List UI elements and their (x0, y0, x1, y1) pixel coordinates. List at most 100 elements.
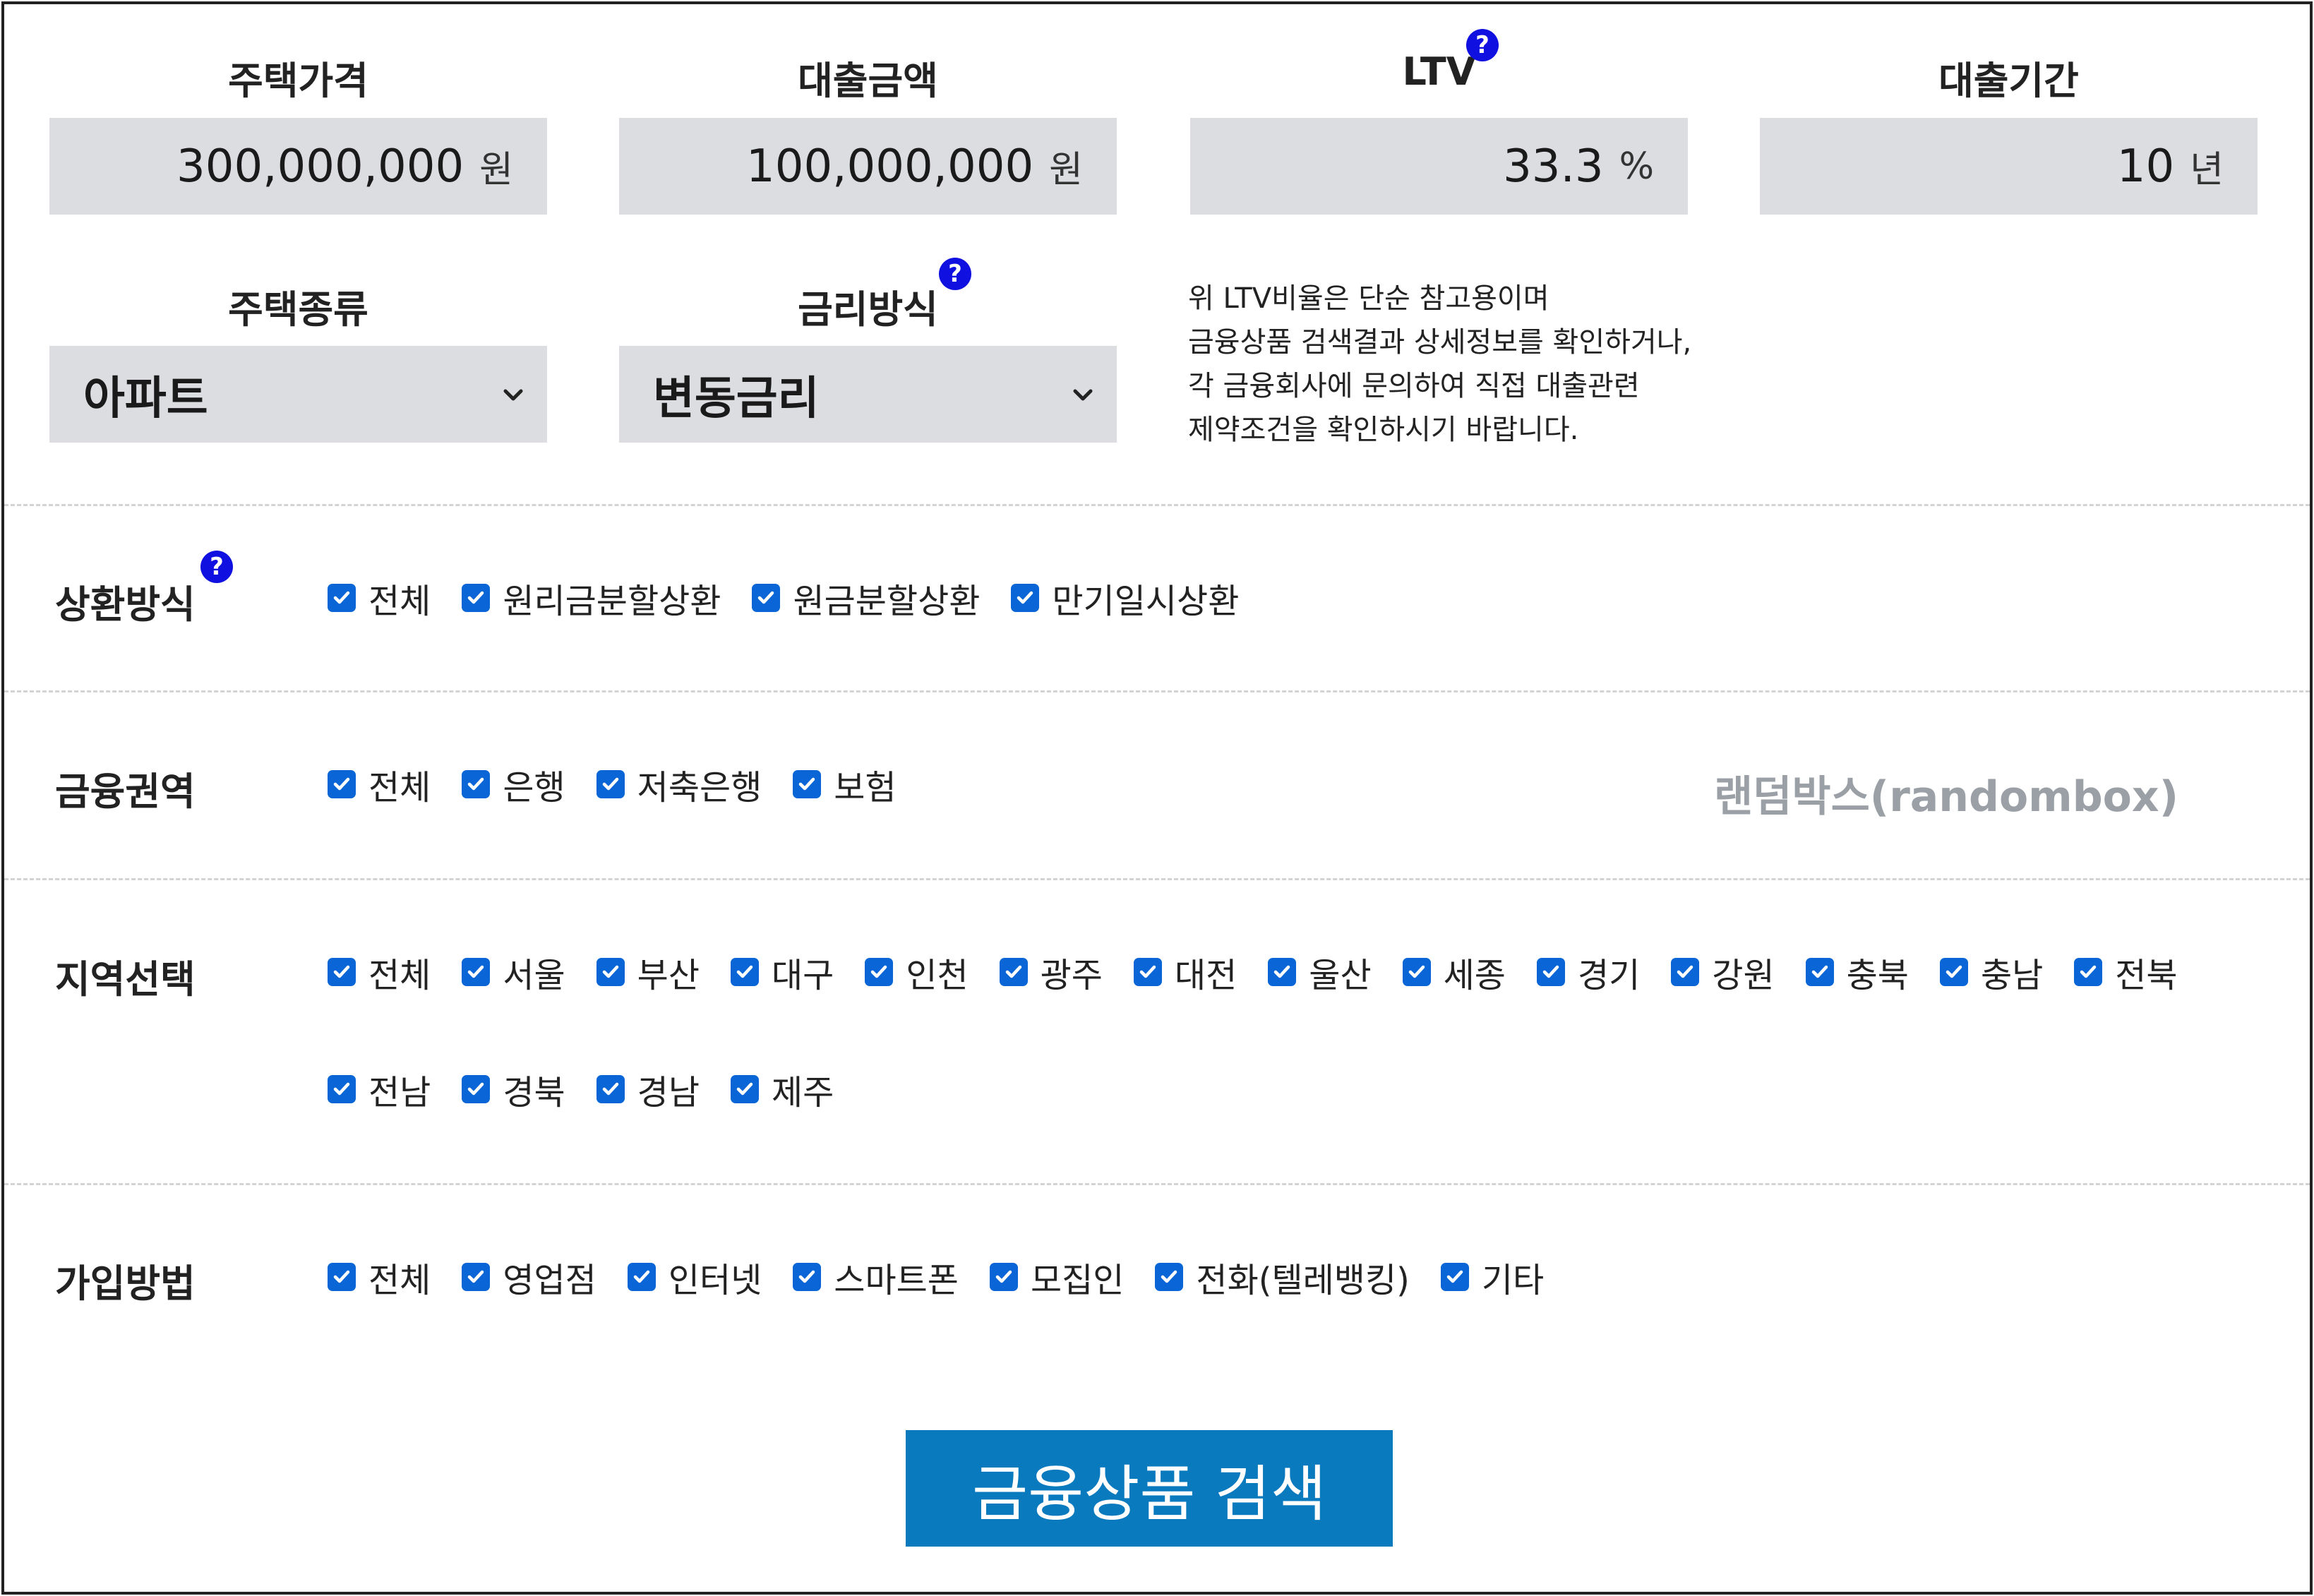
region-options-row1: 전체 서울 부산 대구 인천 광주 대전 울산 세종 경기 강원 충북 충남 전북 (328, 947, 2178, 997)
checkbox-checked-icon[interactable] (1011, 584, 1040, 612)
section-divider (4, 690, 2310, 692)
section-divider (4, 878, 2310, 880)
checkbox-checked-icon[interactable] (793, 1263, 822, 1291)
section-divider (4, 1183, 2310, 1185)
checkbox-option[interactable]: 스마트폰 (793, 1252, 959, 1302)
house-type-label: 주택종류 (228, 287, 368, 332)
loan-period-input[interactable]: 10 년 (1760, 118, 2258, 215)
checkbox-option[interactable]: 경북 (462, 1064, 565, 1114)
checkbox-option[interactable]: 울산 (1268, 947, 1372, 997)
checkbox-option[interactable]: 영업점 (462, 1252, 597, 1302)
region-options-row2: 전남 경북 경남 제주 (328, 1064, 834, 1114)
search-products-button[interactable]: 금융상품 검색 (906, 1430, 1393, 1547)
checkbox-checked-icon[interactable] (999, 958, 1028, 986)
checkbox-checked-icon[interactable] (596, 1075, 625, 1103)
checkbox-checked-icon[interactable] (1671, 958, 1700, 986)
checkbox-option[interactable]: 기타 (1440, 1252, 1544, 1302)
ltv-label: LTV (1402, 49, 1476, 94)
house-price-input[interactable]: 300,000,000 원 (49, 118, 547, 215)
checkbox-option[interactable]: 원리금분할상환 (462, 573, 721, 623)
repayment-options: 전체 원리금분할상환 원금분할상환 만기일시상환 (328, 573, 1239, 623)
checkbox-label: 울산 (1309, 956, 1372, 995)
checkbox-option[interactable]: 제주 (730, 1064, 834, 1114)
checkbox-checked-icon[interactable] (627, 1263, 656, 1291)
checkbox-label: 인천 (906, 956, 969, 995)
region-label: 지역선택 (55, 957, 196, 1002)
checkbox-checked-icon[interactable] (1440, 1263, 1469, 1291)
ltv-note-line: 금융상품 검색결과 상세정보를 확인하거나, (1188, 326, 1692, 359)
repayment-help-icon[interactable]: ? (200, 551, 233, 583)
checkbox-checked-icon[interactable] (328, 1263, 356, 1291)
checkbox-option[interactable]: 전체 (328, 947, 431, 997)
checkbox-option[interactable]: 대전 (1133, 947, 1237, 997)
checkbox-checked-icon[interactable] (730, 958, 759, 986)
checkbox-option[interactable]: 인천 (865, 947, 969, 997)
checkbox-option[interactable]: 충남 (1939, 947, 2043, 997)
rate-type-select[interactable]: 변동금리 (619, 346, 1117, 443)
rate-type-help-icon[interactable]: ? (939, 258, 971, 290)
checkbox-option[interactable]: 저축은행 (596, 760, 762, 809)
checkbox-label: 광주 (1040, 956, 1103, 995)
checkbox-checked-icon[interactable] (462, 1075, 491, 1103)
checkbox-option[interactable]: 원금분할상환 (752, 573, 980, 623)
checkbox-checked-icon[interactable] (462, 584, 491, 612)
checkbox-option[interactable]: 광주 (999, 947, 1103, 997)
checkbox-checked-icon[interactable] (752, 584, 781, 612)
checkbox-option[interactable]: 전체 (328, 760, 431, 809)
ltv-display: 33.3 % (1190, 118, 1688, 215)
checkbox-checked-icon[interactable] (793, 770, 822, 798)
rate-type-label: 금리방식 (798, 287, 938, 332)
checkbox-option[interactable]: 충북 (1805, 947, 1909, 997)
checkbox-option[interactable]: 대구 (730, 947, 834, 997)
loan-period-unit: 년 (2190, 149, 2224, 191)
checkbox-checked-icon[interactable] (328, 958, 356, 986)
checkbox-option[interactable]: 보험 (793, 760, 897, 809)
checkbox-option[interactable]: 경남 (596, 1064, 700, 1114)
checkbox-option[interactable]: 전체 (328, 1252, 431, 1302)
checkbox-checked-icon[interactable] (989, 1263, 1018, 1291)
checkbox-option[interactable]: 전남 (328, 1064, 431, 1114)
checkbox-option[interactable]: 경기 (1536, 947, 1640, 997)
checkbox-option[interactable]: 만기일시상환 (1011, 573, 1239, 623)
checkbox-checked-icon[interactable] (1536, 958, 1565, 986)
checkbox-checked-icon[interactable] (1268, 958, 1297, 986)
checkbox-option[interactable]: 부산 (596, 947, 700, 997)
checkbox-option[interactable]: 전북 (2074, 947, 2178, 997)
join-method-label: 가입방법 (55, 1261, 196, 1306)
checkbox-option[interactable]: 세종 (1402, 947, 1506, 997)
checkbox-checked-icon[interactable] (1939, 958, 1968, 986)
checkbox-checked-icon[interactable] (328, 584, 356, 612)
checkbox-option[interactable]: 서울 (462, 947, 565, 997)
loan-amount-unit: 원 (1049, 149, 1083, 191)
checkbox-option[interactable]: 모집인 (989, 1252, 1124, 1302)
checkbox-label: 보험 (834, 768, 897, 808)
checkbox-checked-icon[interactable] (865, 958, 894, 986)
chevron-down-icon (1073, 389, 1093, 400)
sector-label: 금융권역 (55, 769, 196, 814)
checkbox-checked-icon[interactable] (1805, 958, 1834, 986)
checkbox-checked-icon[interactable] (328, 770, 356, 798)
checkbox-option[interactable]: 은행 (462, 760, 565, 809)
checkbox-checked-icon[interactable] (1155, 1263, 1184, 1291)
checkbox-checked-icon[interactable] (2074, 958, 2103, 986)
checkbox-checked-icon[interactable] (1402, 958, 1431, 986)
checkbox-option[interactable]: 인터넷 (627, 1252, 762, 1302)
checkbox-checked-icon[interactable] (462, 958, 491, 986)
checkbox-label: 전체 (368, 582, 431, 621)
checkbox-label: 저축은행 (637, 768, 762, 808)
checkbox-option[interactable]: 전체 (328, 573, 431, 623)
checkbox-checked-icon[interactable] (1133, 958, 1162, 986)
loan-period-label: 대출기간 (1938, 59, 2079, 103)
checkbox-checked-icon[interactable] (328, 1075, 356, 1103)
ltv-help-icon[interactable]: ? (1466, 29, 1499, 61)
checkbox-checked-icon[interactable] (462, 1263, 491, 1291)
checkbox-option[interactable]: 강원 (1671, 947, 1775, 997)
checkbox-checked-icon[interactable] (462, 770, 491, 798)
loan-amount-input[interactable]: 100,000,000 원 (619, 118, 1117, 215)
house-type-select[interactable]: 아파트 (49, 346, 547, 443)
checkbox-checked-icon[interactable] (730, 1075, 759, 1103)
ltv-unit: % (1619, 145, 1654, 188)
checkbox-option[interactable]: 전화(텔레뱅킹) (1155, 1252, 1410, 1302)
checkbox-checked-icon[interactable] (596, 770, 625, 798)
checkbox-checked-icon[interactable] (596, 958, 625, 986)
